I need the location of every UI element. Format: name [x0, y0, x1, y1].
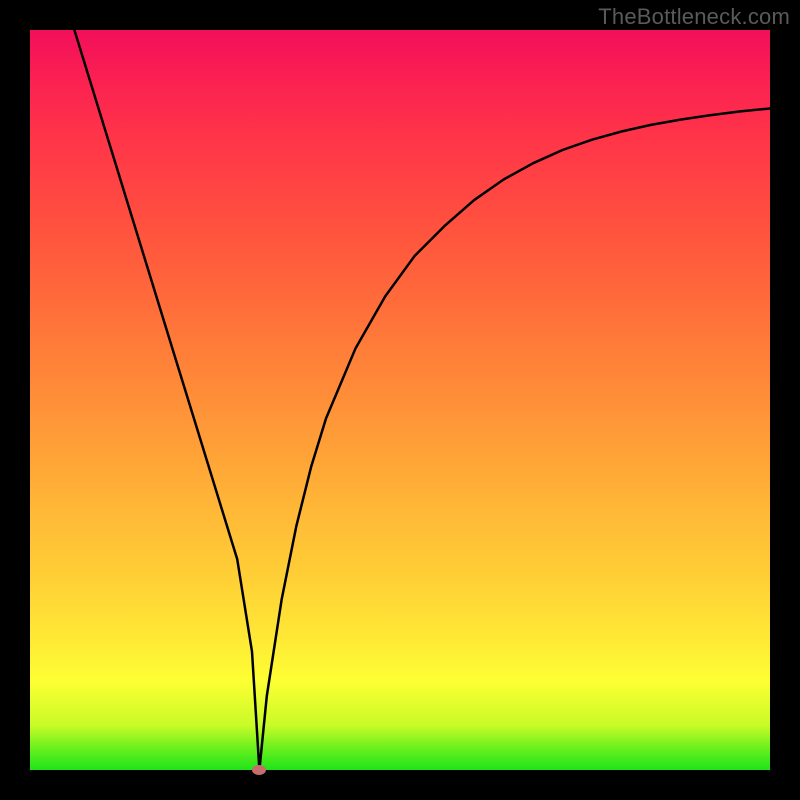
- watermark-text: TheBottleneck.com: [598, 4, 790, 30]
- bottleneck-curve: [30, 30, 770, 770]
- plot-area: [30, 30, 770, 770]
- chart-frame: TheBottleneck.com: [0, 0, 800, 800]
- optimal-point-marker: [252, 765, 266, 775]
